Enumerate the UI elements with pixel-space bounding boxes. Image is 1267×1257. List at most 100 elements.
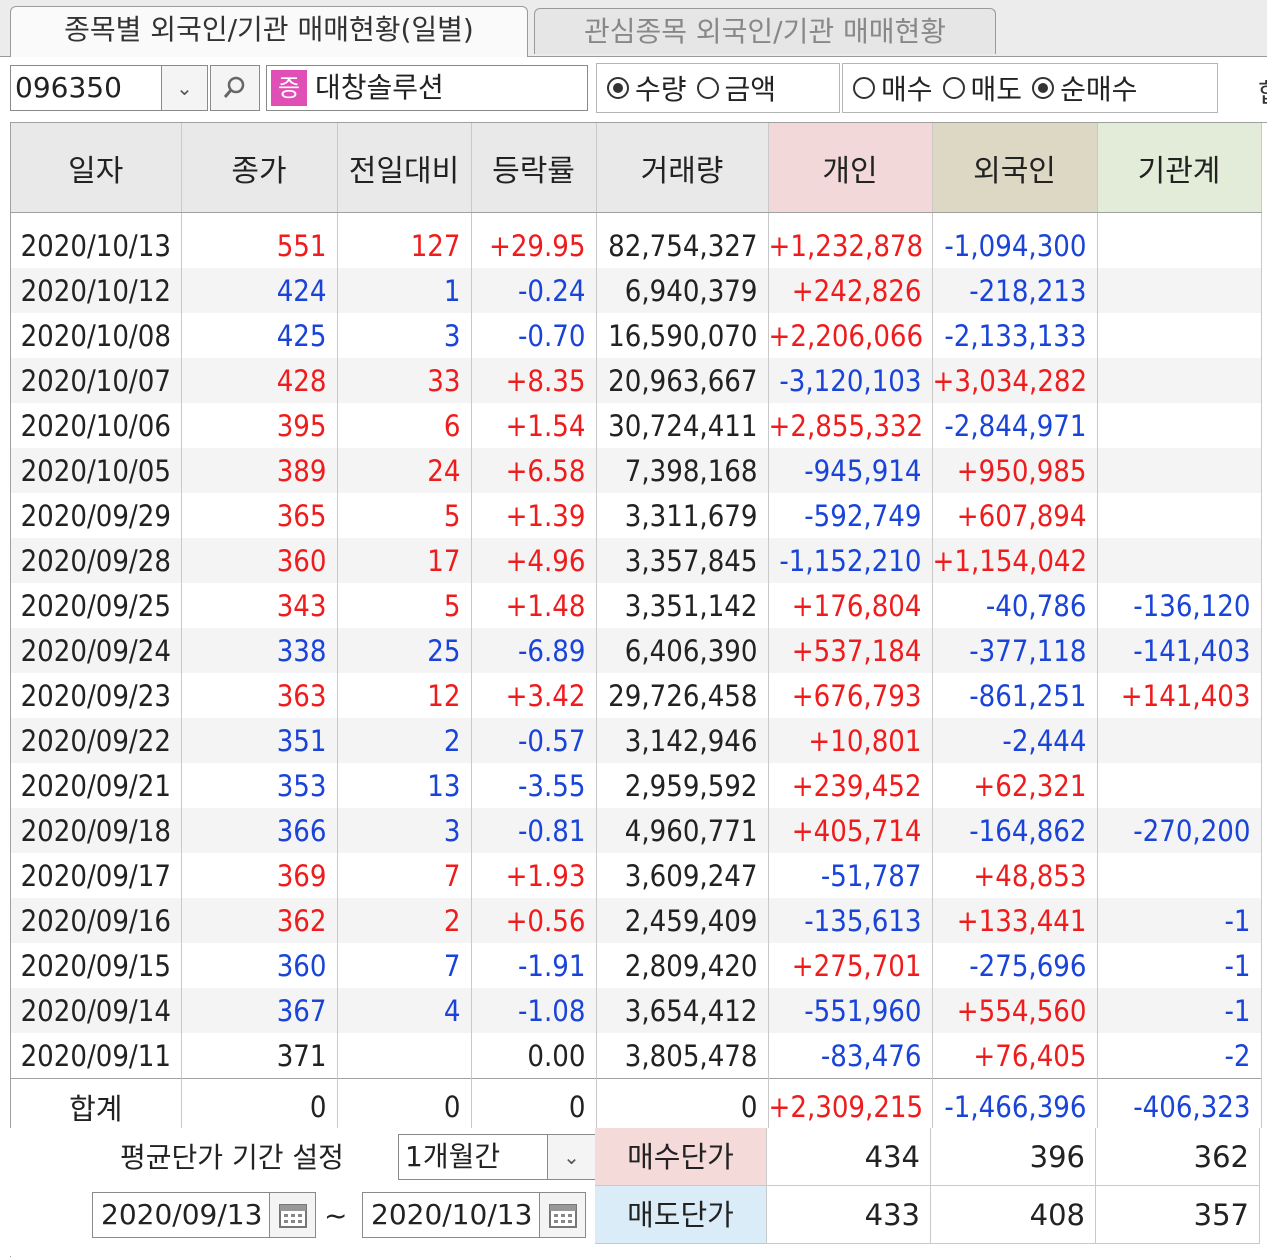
cell-foreign: +76,405	[932, 1033, 1098, 1079]
total-label: 합계	[11, 1078, 182, 1136]
cell-foreign: +3,034,282	[932, 358, 1098, 403]
date-range-separator: ~	[324, 1199, 348, 1232]
trailing-label: 합	[1258, 73, 1267, 110]
cell-date: 2020/10/07	[11, 358, 182, 403]
cell-rate: +6.58	[471, 448, 597, 493]
header-date[interactable]: 일자	[11, 123, 182, 213]
cell-volume: 20,963,667	[596, 358, 769, 403]
table-row[interactable]: 2020/10/08 425 3 -0.70 16,590,070 +2,206,066-…	[11, 313, 1262, 358]
tab-daily-trading[interactable]: 종목별 외국인/기관 매매현황(일별)	[10, 6, 528, 57]
cell-close: 360	[181, 538, 338, 583]
table-row[interactable]: 2020/09/25 343 5 +1.48 3,351,142 +176,804 -40,…	[11, 583, 1262, 628]
cell-institution	[1097, 268, 1262, 313]
tab-watchlist-trading[interactable]: 관심종목 외국인/기관 매매현황	[534, 8, 996, 54]
header-close[interactable]: 종가	[181, 123, 338, 213]
table-row[interactable]: 2020/09/17 369 7 +1.93 3,609,247 -51,787 +48,8…	[11, 853, 1262, 898]
period-setting-label: 평균단가 기간 설정	[120, 1141, 344, 1174]
cell-institution: -1	[1097, 988, 1262, 1033]
cell-change: 2	[337, 718, 472, 763]
radio-net-buy[interactable]: 순매수	[1032, 68, 1137, 108]
cell-change: 24	[337, 448, 472, 493]
radio-sell[interactable]: 매도	[942, 68, 1022, 108]
cell-close: 363	[181, 673, 338, 718]
cell-foreign: -218,213	[932, 268, 1098, 313]
date-from-input[interactable]: 2020/09/13	[92, 1192, 270, 1238]
cell-foreign: +62,321	[932, 763, 1098, 808]
search-icon[interactable]	[210, 65, 260, 111]
stock-name-field[interactable]: 증 대창솔루션	[266, 65, 588, 111]
table-row[interactable]: 2020/10/13 551 127 +29.95 82,754,327 +1,232,8…	[11, 212, 1262, 268]
cell-individual: +405,714	[768, 808, 933, 853]
cell-close: 369	[181, 853, 338, 898]
cell-institution	[1097, 718, 1262, 763]
table-row[interactable]: 2020/09/11 371 0.00 3,805,478 -83,476 +76,405…	[11, 1033, 1262, 1079]
cell-change: 127	[337, 212, 472, 268]
cell-individual: +176,804	[768, 583, 933, 628]
cell-date: 2020/10/08	[11, 313, 182, 358]
chevron-down-icon[interactable]: ⌄	[162, 65, 208, 111]
period-select[interactable]: 1개월간	[398, 1134, 548, 1180]
table-row[interactable]: 2020/10/06 395 6 +1.54 30,724,411 +2,855,332-…	[11, 403, 1262, 448]
radio-buy[interactable]: 매수	[853, 68, 933, 108]
date-to-input[interactable]: 2020/10/13	[362, 1192, 540, 1238]
radio-empty-icon	[942, 77, 965, 99]
sell-price-institution: 357	[1096, 1186, 1260, 1244]
table-row[interactable]: 2020/09/16 362 2 +0.56 2,459,409 -135,613 +133…	[11, 898, 1262, 943]
radio-quantity[interactable]: 수량	[607, 68, 687, 108]
table-row[interactable]: 2020/10/05 389 24 +6.58 7,398,168 -945,914 +95…	[11, 448, 1262, 493]
header-volume[interactable]: 거래량	[596, 123, 769, 213]
cell-rate: -6.89	[471, 628, 597, 673]
cell-change: 2	[337, 898, 472, 943]
stock-code-input[interactable]: 096350	[10, 65, 162, 111]
cell-foreign: -1,094,300	[932, 212, 1098, 268]
table-row[interactable]: 2020/10/07 428 33 +8.35 20,963,667 -3,120,103…	[11, 358, 1262, 403]
cell-rate: +29.95	[471, 212, 597, 268]
cell-date: 2020/10/12	[11, 268, 182, 313]
cell-change: 33	[337, 358, 472, 403]
calendar-icon[interactable]	[270, 1192, 316, 1238]
radio-amount[interactable]: 금액	[696, 68, 776, 108]
calendar-icon[interactable]	[540, 1192, 586, 1238]
cell-volume: 3,805,478	[596, 1033, 769, 1079]
table-row[interactable]: 2020/09/29 365 5 +1.39 3,311,679 -592,749 +607…	[11, 493, 1262, 538]
table-row[interactable]: 2020/09/22 351 2 -0.57 3,142,946 +10,801 -2,44…	[11, 718, 1262, 763]
trade-radio-group: 매수 매도 순매수	[842, 63, 1218, 113]
cell-institution	[1097, 763, 1262, 808]
tab-bar: 종목별 외국인/기관 매매현황(일별) 관심종목 외국인/기관 매매현황	[0, 0, 1267, 57]
table-row[interactable]: 2020/09/21 353 13 -3.55 2,959,592 +239,452 +62…	[11, 763, 1262, 808]
total-row: 합계 0 0 0 0 +2,309,215 -1,466,396 -406,32…	[11, 1078, 1262, 1136]
radio-selected-icon	[607, 77, 629, 99]
cell-close: 362	[181, 898, 338, 943]
chevron-down-icon[interactable]: ⌄	[548, 1134, 596, 1180]
table-row[interactable]: 2020/09/24 338 25 -6.89 6,406,390 +537,184 -37…	[11, 628, 1262, 673]
header-individual[interactable]: 개인	[768, 123, 933, 213]
table-row[interactable]: 2020/09/23 363 12 +3.42 29,726,458 +676,793 -8…	[11, 673, 1262, 718]
cell-volume: 6,940,379	[596, 268, 769, 313]
cell-foreign: -2,844,971	[932, 403, 1098, 448]
cell-change	[337, 1033, 472, 1079]
cell-foreign: -861,251	[932, 673, 1098, 718]
cell-institution	[1097, 403, 1262, 448]
header-rate[interactable]: 등락률	[471, 123, 597, 213]
cell-rate: -1.91	[471, 943, 597, 988]
header-foreign[interactable]: 외국인	[932, 123, 1098, 213]
trading-grid: 일자 종가 전일대비 등락률 거래량 개인 외국인 기관계 2020/10/13…	[10, 122, 1267, 1257]
cell-individual: -3,120,103	[768, 358, 933, 403]
cell-date: 2020/09/23	[11, 673, 182, 718]
cell-rate: +1.48	[471, 583, 597, 628]
table-row[interactable]: 2020/09/15 360 7 -1.91 2,809,420 +275,701 -275…	[11, 943, 1262, 988]
cell-rate: -3.55	[471, 763, 597, 808]
total-individual: +2,309,215	[768, 1078, 933, 1136]
header-change[interactable]: 전일대비	[337, 123, 472, 213]
cell-volume: 3,311,679	[596, 493, 769, 538]
table-row[interactable]: 2020/09/18 366 3 -0.81 4,960,771 +405,714 -164…	[11, 808, 1262, 853]
table-row[interactable]: 2020/09/28 360 17 +4.96 3,357,845 -1,152,210 +…	[11, 538, 1262, 583]
buy-price-individual: 434	[767, 1128, 931, 1186]
cell-close: 389	[181, 448, 338, 493]
cell-close: 366	[181, 808, 338, 853]
table-row[interactable]: 2020/09/14 367 4 -1.08 3,654,412 -551,960 +554…	[11, 988, 1262, 1033]
cell-volume: 7,398,168	[596, 448, 769, 493]
header-institution[interactable]: 기관계	[1097, 123, 1262, 213]
cell-foreign: -377,118	[932, 628, 1098, 673]
table-row[interactable]: 2020/10/12 424 1 -0.24 6,940,379 +242,826 -218…	[11, 268, 1262, 313]
